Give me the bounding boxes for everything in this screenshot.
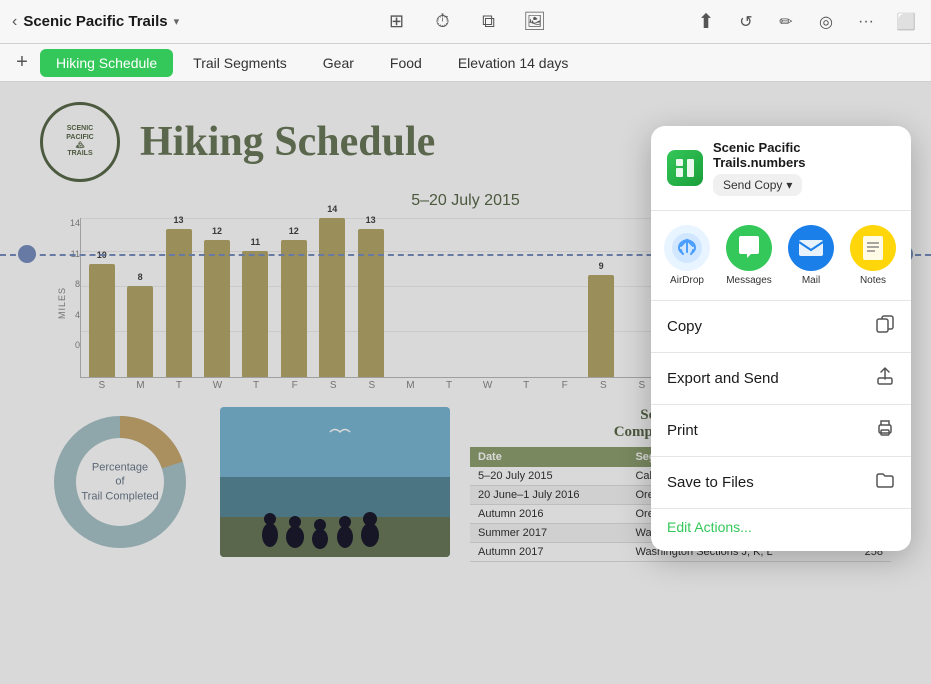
messages-label: Messages: [726, 275, 772, 286]
sheets-icon[interactable]: ⬜: [893, 9, 919, 35]
save-files-label: Save to Files: [667, 474, 754, 491]
mail-icon: [788, 225, 834, 271]
main-content: SCENIC PACIFIC 🏔 TRAILS Hiking Schedule …: [0, 82, 931, 684]
layers-icon[interactable]: ⧉: [476, 9, 502, 35]
undo-icon[interactable]: ↺: [733, 9, 759, 35]
edit-actions-link[interactable]: Edit Actions...: [667, 519, 752, 535]
tab-food[interactable]: Food: [374, 49, 438, 77]
toolbar-right: ⬆ ↺ ✏ ◎ ··· ⬜: [693, 9, 919, 35]
notes-icon: [850, 225, 896, 271]
popup-header-info: Scenic Pacific Trails.numbers Send Copy …: [713, 140, 895, 196]
add-tab-button[interactable]: +: [8, 49, 36, 77]
folder-icon: [875, 470, 895, 495]
share-notes[interactable]: Notes: [847, 225, 899, 286]
share-airdrop[interactable]: AirDrop: [661, 225, 713, 286]
export-icon: [875, 366, 895, 391]
app-title: Scenic Pacific Trails: [23, 13, 167, 30]
toolbar-left: ‹ Scenic Pacific Trails ▾: [12, 13, 685, 31]
popup-filename: Scenic Pacific Trails.numbers: [713, 140, 895, 170]
tab-hiking-schedule[interactable]: Hiking Schedule: [40, 49, 173, 77]
print-icon: [875, 418, 895, 443]
numbers-app-icon: [667, 150, 703, 186]
tab-gear[interactable]: Gear: [307, 49, 370, 77]
clock-icon[interactable]: ⏱: [430, 9, 456, 35]
image-icon[interactable]: 🖼: [522, 9, 548, 35]
export-send-menu-item[interactable]: Export and Send: [651, 353, 911, 405]
mail-label: Mail: [802, 275, 820, 286]
tabbar: + Hiking Schedule Trail Segments Gear Fo…: [0, 44, 931, 82]
comment-icon[interactable]: ◎: [813, 9, 839, 35]
back-icon[interactable]: ‹: [12, 13, 17, 31]
share-popup: Scenic Pacific Trails.numbers Send Copy …: [651, 126, 911, 551]
copy-menu-item[interactable]: Copy: [651, 301, 911, 353]
share-icon[interactable]: ⬆: [693, 9, 719, 35]
airdrop-icon: [664, 225, 710, 271]
export-send-label: Export and Send: [667, 370, 779, 387]
popup-header: Scenic Pacific Trails.numbers Send Copy …: [651, 126, 911, 211]
toolbar: ‹ Scenic Pacific Trails ▾ ⊞ ⏱ ⧉ 🖼 ⬆ ↺ ✏ …: [0, 0, 931, 44]
airdrop-label: AirDrop: [670, 275, 704, 286]
draw-icon[interactable]: ✏: [773, 9, 799, 35]
share-apps-row: AirDrop Messages Mail: [651, 211, 911, 301]
print-label: Print: [667, 422, 698, 439]
save-files-menu-item[interactable]: Save to Files: [651, 457, 911, 509]
edit-actions: Edit Actions...: [651, 509, 911, 551]
table-icon[interactable]: ⊞: [384, 9, 410, 35]
copy-label: Copy: [667, 318, 702, 335]
notes-label: Notes: [860, 275, 886, 286]
share-mail[interactable]: Mail: [785, 225, 837, 286]
share-more[interactable]: Fr...: [909, 225, 911, 286]
tab-elevation[interactable]: Elevation 14 days: [442, 49, 585, 77]
more-icon[interactable]: ···: [853, 9, 879, 35]
share-messages[interactable]: Messages: [723, 225, 775, 286]
title-chevron[interactable]: ▾: [174, 15, 180, 28]
copy-icon: [875, 314, 895, 339]
messages-icon: [726, 225, 772, 271]
tab-trail-segments[interactable]: Trail Segments: [177, 49, 303, 77]
toolbar-center: ⊞ ⏱ ⧉ 🖼: [384, 9, 548, 35]
print-menu-item[interactable]: Print: [651, 405, 911, 457]
send-copy-button[interactable]: Send Copy ▾: [713, 174, 802, 196]
